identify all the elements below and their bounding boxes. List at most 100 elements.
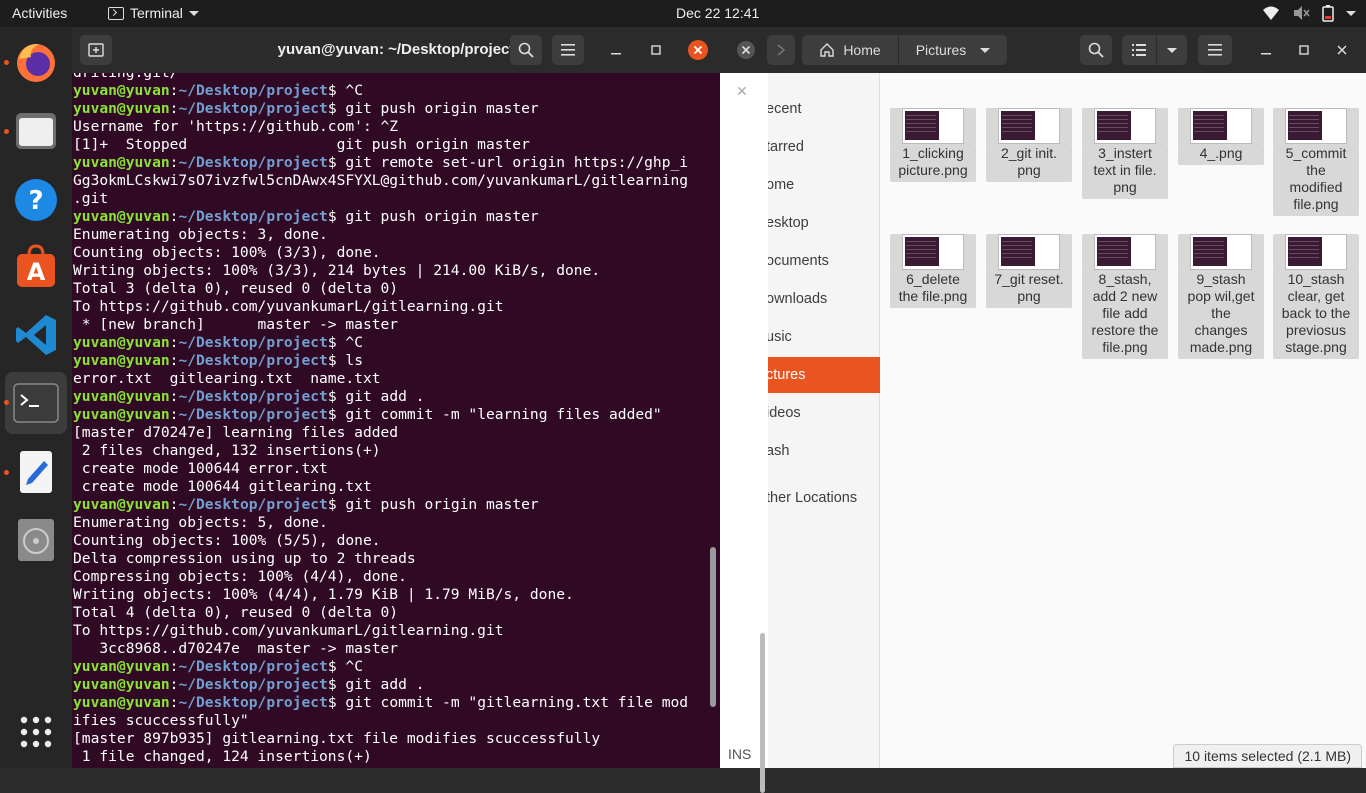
- minimize-button[interactable]: [600, 35, 632, 65]
- file-name: 9_stash pop wil,get the changes made.png: [1178, 270, 1264, 359]
- maximize-icon: [651, 45, 661, 55]
- close-icon: [688, 40, 708, 60]
- app-menu[interactable]: Terminal: [108, 5, 199, 21]
- text-editor-launcher[interactable]: [5, 441, 67, 503]
- terminal-command-line: yuvan@yuvan:~/Desktop/project$ ^C: [73, 658, 688, 676]
- prompt-path: ~/Desktop/project: [178, 694, 328, 711]
- command-text: git push origin master: [336, 100, 539, 117]
- file-name: 1_clicking picture.png: [890, 144, 976, 182]
- path-current-button[interactable]: Pictures: [899, 35, 1007, 65]
- help-launcher[interactable]: ?: [5, 169, 67, 231]
- terminal-output-line: Compressing objects: 100% (4/4), done.: [73, 568, 407, 585]
- command-text: ls: [336, 352, 363, 369]
- scrollbar[interactable]: [760, 633, 765, 793]
- file-name: 5_commit the modified file.png: [1273, 144, 1359, 216]
- thumbnail-text-lines: [1289, 115, 1319, 133]
- terminal-output-line: error.txt gitlearing.txt name.txt: [73, 370, 381, 387]
- system-tray[interactable]: [1262, 3, 1356, 23]
- close-icon[interactable]: ✕: [736, 83, 748, 100]
- scrollbar[interactable]: [710, 547, 716, 707]
- thumbnail-text-lines: [1098, 115, 1128, 133]
- software-launcher[interactable]: A: [5, 235, 67, 297]
- firefox-launcher[interactable]: [5, 31, 67, 93]
- prompt-path: ~/Desktop/project: [178, 208, 328, 225]
- activities-button[interactable]: Activities: [12, 5, 67, 21]
- help-icon: ?: [15, 179, 57, 221]
- file-name: 2_git init. png: [986, 144, 1072, 182]
- terminal-output-line: Counting objects: 100% (3/3), done.: [73, 244, 381, 261]
- forward-button[interactable]: [767, 35, 795, 65]
- terminal-command-line: yuvan@yuvan:~/Desktop/project$ ls: [73, 352, 688, 370]
- search-button[interactable]: [510, 35, 542, 65]
- view-options-button[interactable]: [1157, 35, 1187, 65]
- thumbnail-text-lines: [1194, 115, 1224, 133]
- overlapped-editor-pane: ✕ INS: [720, 73, 768, 793]
- file-grid: 1_clicking picture.png 2_git init. png 3_i…: [881, 73, 1366, 768]
- maximize-button[interactable]: [1290, 35, 1318, 65]
- home-icon: [820, 43, 835, 57]
- close-button[interactable]: [682, 35, 714, 65]
- command-text: ^C: [336, 82, 363, 99]
- prompt-symbol: $: [327, 658, 337, 675]
- close-button[interactable]: [1328, 35, 1356, 65]
- thumbnail-wrapper: [986, 234, 1072, 270]
- vscode-launcher[interactable]: [5, 304, 67, 366]
- terminal-output-line: [master 897b935] gitlearning.txt file mo…: [73, 730, 601, 747]
- prompt-user: yuvan@yuvan: [73, 82, 170, 99]
- new-tab-button[interactable]: [80, 35, 112, 65]
- prompt-user: yuvan@yuvan: [73, 154, 170, 171]
- terminal-launcher[interactable]: [5, 372, 67, 434]
- file-item[interactable]: 9_stash pop wil,get the changes made.png: [1178, 234, 1264, 359]
- command-text: git add .: [336, 388, 425, 405]
- thumbnail-wrapper: [1273, 108, 1359, 144]
- terminal-output-line: Username for 'https://github.com': ^Z: [73, 118, 399, 135]
- app-store-icon: A: [17, 244, 55, 287]
- vscode-icon: [16, 315, 56, 355]
- file-item[interactable]: 4_.png: [1178, 108, 1264, 165]
- maximize-button[interactable]: [640, 35, 672, 65]
- file-item[interactable]: 2_git init. png: [986, 108, 1072, 182]
- insert-mode-indicator: INS: [728, 746, 752, 762]
- file-item[interactable]: 10_stash clear, get back to the previosu…: [1273, 234, 1359, 359]
- terminal-output-line: Enumerating objects: 5, done.: [73, 514, 328, 531]
- path-home-button[interactable]: Home: [802, 35, 898, 65]
- prompt-path: ~/Desktop/project: [178, 496, 328, 513]
- thumbnail-wrapper: [1082, 234, 1168, 270]
- terminal-icon: [108, 6, 124, 20]
- thumbnail-wrapper: [890, 234, 976, 270]
- hamburger-icon: [561, 44, 575, 56]
- prompt-user: yuvan@yuvan: [73, 352, 170, 369]
- clock[interactable]: Dec 22 12:41: [676, 5, 759, 21]
- thumbnail-text-lines: [1002, 241, 1032, 259]
- files-launcher[interactable]: [5, 100, 67, 162]
- file-item[interactable]: 3_instert text in file. png: [1082, 108, 1168, 199]
- file-item[interactable]: 5_commit the modified file.png: [1273, 108, 1359, 216]
- disc-launcher[interactable]: [5, 509, 67, 571]
- menu-button[interactable]: [552, 35, 584, 65]
- prompt-symbol: $: [327, 208, 337, 225]
- terminal-output-line: [master d70247e] learning files added: [73, 424, 399, 441]
- app-menu-label: Terminal: [130, 5, 183, 21]
- thumbnail-wrapper: [1082, 108, 1168, 144]
- minimize-button[interactable]: [1252, 35, 1280, 65]
- terminal-output[interactable]: driting.git/yuvan@yuvan:~/Desktop/projec…: [72, 73, 708, 768]
- running-indicator: [4, 470, 9, 475]
- terminal-output-line: create mode 100644 error.txt: [73, 460, 328, 477]
- show-applications-button[interactable]: [5, 701, 67, 763]
- window-close-button[interactable]: [730, 35, 762, 65]
- file-item[interactable]: 7_git reset. png: [986, 234, 1072, 308]
- file-item[interactable]: 8_stash, add 2 new file add restore the …: [1082, 234, 1168, 359]
- file-item[interactable]: 6_delete the file.png: [890, 234, 976, 308]
- menu-button[interactable]: [1198, 35, 1232, 65]
- search-button[interactable]: [1080, 35, 1112, 65]
- terminal-output-line: Writing objects: 100% (4/4), 1.79 KiB | …: [73, 586, 574, 603]
- terminal-command-line: yuvan@yuvan:~/Desktop/project$ ^C: [73, 82, 688, 100]
- view-list-button[interactable]: [1122, 35, 1156, 65]
- terminal-command-line: yuvan@yuvan:~/Desktop/project$ git commi…: [73, 694, 688, 712]
- top-bar: Activities Terminal Dec 22 12:41: [0, 0, 1366, 27]
- command-text: git add .: [336, 676, 425, 693]
- prompt-symbol: $: [327, 676, 337, 693]
- thumbnail-text-lines: [1289, 241, 1319, 259]
- terminal-output-line: create mode 100644 gitlearing.txt: [73, 478, 372, 495]
- file-item[interactable]: 1_clicking picture.png: [890, 108, 976, 182]
